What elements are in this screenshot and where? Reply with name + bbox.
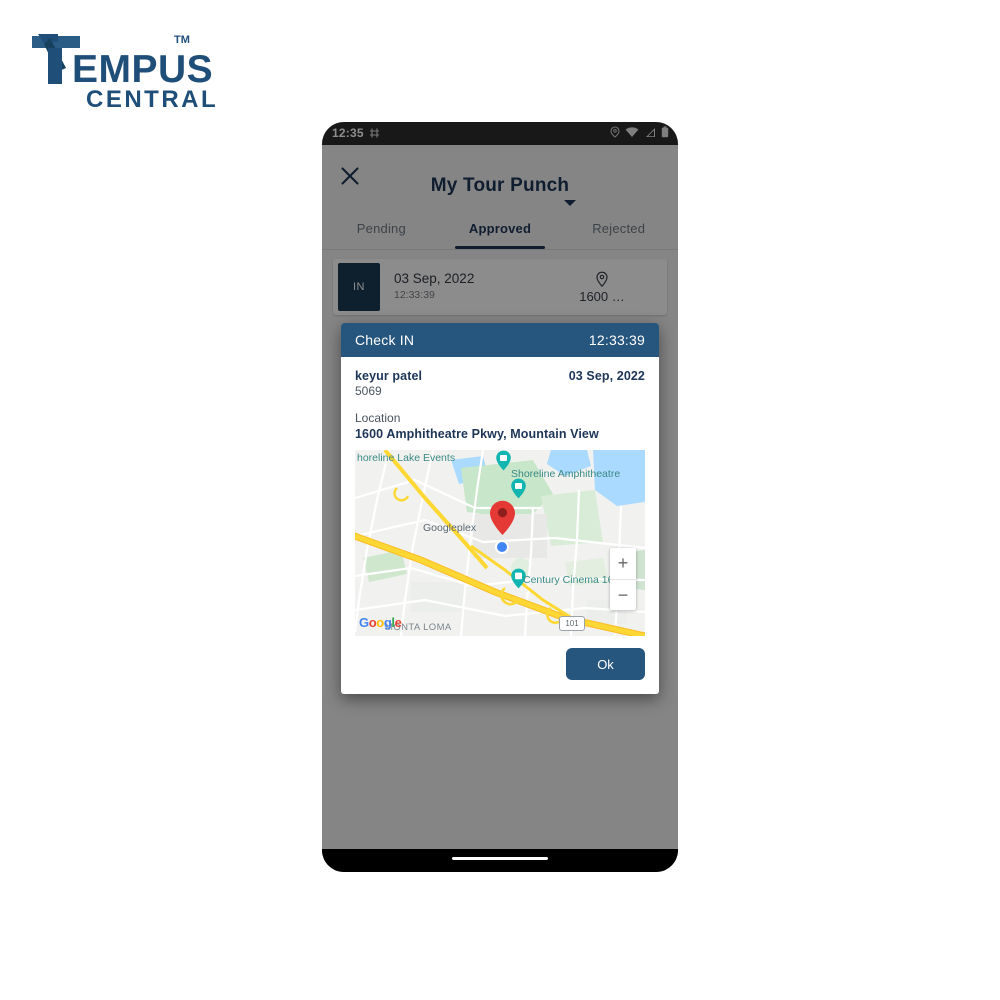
map-marker-pin	[490, 500, 515, 535]
map-zoom-controls: + −	[610, 548, 636, 610]
dialog-time: 12:33:39	[588, 332, 645, 348]
punch-detail-dialog: Check IN 12:33:39 keyur patel 03 Sep, 20…	[341, 323, 659, 694]
dialog-header: Check IN 12:33:39	[341, 323, 659, 357]
highway-shield-101: 101	[559, 616, 585, 631]
ok-button[interactable]: Ok	[566, 648, 645, 680]
trademark-symbol: TM	[174, 34, 190, 46]
dialog-title: Check IN	[355, 332, 415, 348]
location-label: Location	[355, 411, 401, 425]
punch-date-value: 03 Sep, 2022	[568, 369, 645, 383]
tempus-central-logo: TM EMPUS CENTRAL	[28, 26, 228, 112]
employee-row: keyur patel 03 Sep, 2022	[355, 369, 645, 383]
home-gesture-pill[interactable]	[452, 857, 548, 860]
poi-marker-icon	[511, 568, 526, 589]
map-zoom-out-button[interactable]: −	[610, 580, 636, 611]
current-location-dot	[495, 540, 509, 554]
location-address: 1600 Amphitheatre Pkwy, Mountain View	[355, 427, 599, 441]
google-logo-letter: o	[376, 615, 384, 630]
phone-device-frame: 12:35 My Tour Punch Pending Approved Rej…	[322, 122, 678, 872]
navigation-bar	[322, 849, 678, 872]
poi-marker-icon	[496, 450, 511, 471]
phone-screen: 12:35 My Tour Punch Pending Approved Rej…	[322, 122, 678, 849]
employee-id: 5069	[355, 384, 382, 398]
logo-text-bottom: CENTRAL	[86, 86, 219, 113]
dialog-body: keyur patel 03 Sep, 2022 5069 Location 1…	[341, 357, 659, 636]
google-logo: Google	[359, 615, 402, 630]
map-view[interactable]: horeline Lake Events Shoreline Amphithea…	[355, 450, 645, 636]
google-logo-letter: e	[394, 615, 402, 630]
logo-text-top: EMPUS	[72, 48, 214, 91]
dialog-footer: Ok	[341, 636, 659, 694]
google-logo-letter: G	[359, 615, 369, 630]
employee-name: keyur patel	[355, 369, 423, 383]
poi-marker-icon	[511, 478, 526, 499]
map-zoom-in-button[interactable]: +	[610, 548, 636, 580]
